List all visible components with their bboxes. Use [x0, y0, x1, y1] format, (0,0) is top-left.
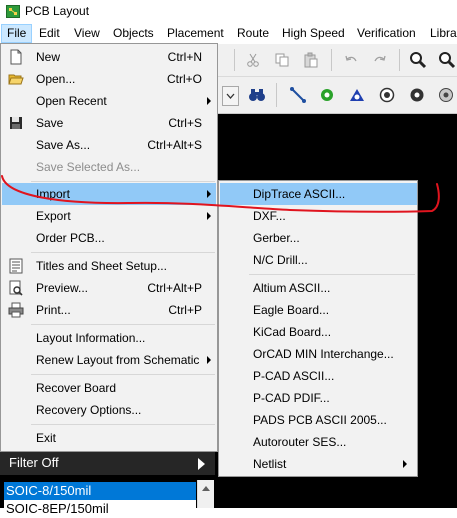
menu-item-pcad-pdif[interactable]: P-CAD PDIF... — [220, 387, 417, 409]
menu-item-nc-drill[interactable]: N/C Drill... — [220, 249, 417, 271]
menu-edit[interactable]: Edit — [34, 25, 65, 42]
import-submenu: DipTrace ASCII... DXF... Gerber... N/C D… — [218, 180, 418, 477]
list-item[interactable]: SOIC-8/150mil — [4, 482, 196, 500]
menu-item-save-as[interactable]: Save As... Ctrl+Alt+S — [2, 134, 216, 156]
list-scrollbar[interactable] — [197, 480, 214, 508]
menu-item-open-recent[interactable]: Open Recent — [2, 90, 216, 112]
paste-icon[interactable] — [300, 49, 322, 71]
menu-item-recover-board[interactable]: Recover Board — [2, 377, 216, 399]
menu-divider — [31, 181, 215, 182]
menu-divider — [31, 374, 215, 375]
menu-item-new[interactable]: New Ctrl+N — [2, 46, 216, 68]
menu-item-orcad-min[interactable]: OrCAD MIN Interchange... — [220, 343, 417, 365]
chevron-down-icon — [226, 93, 235, 99]
menu-item-save[interactable]: Save Ctrl+S — [2, 112, 216, 134]
menu-item-renew-layout[interactable]: Renew Layout from Schematic — [2, 349, 216, 371]
undo-icon[interactable] — [340, 49, 362, 71]
pad-round-icon[interactable] — [376, 84, 398, 106]
new-document-icon — [10, 49, 22, 65]
menu-verification[interactable]: Verification — [352, 25, 421, 42]
menu-item-recovery-options[interactable]: Recovery Options... — [2, 399, 216, 421]
pad-ring-icon[interactable] — [435, 84, 457, 106]
menu-item-open[interactable]: Open... Ctrl+O — [2, 68, 216, 90]
redo-icon[interactable] — [369, 49, 391, 71]
footprint-list[interactable]: SOIC-8/150mil SOIC-8EP/150mil — [0, 476, 215, 518]
menu-item-import[interactable]: Import — [2, 183, 216, 205]
menu-item-titles-sheet-setup[interactable]: Titles and Sheet Setup... — [2, 255, 216, 277]
via-icon[interactable] — [316, 84, 338, 106]
menu-item-gerber[interactable]: Gerber... — [220, 227, 417, 249]
folder-open-icon — [8, 74, 24, 85]
menu-item-eagle-board[interactable]: Eagle Board... — [220, 299, 417, 321]
chevron-right-icon — [403, 460, 407, 468]
titles-sheet-icon — [9, 258, 23, 274]
menu-divider — [249, 274, 415, 275]
menu-item-layout-information[interactable]: Layout Information... — [2, 327, 216, 349]
toolbar-separator — [234, 49, 235, 71]
zoom-area-icon[interactable] — [436, 49, 457, 71]
binoculars-icon[interactable] — [246, 84, 268, 106]
menu-item-pcad-ascii[interactable]: P-CAD ASCII... — [220, 365, 417, 387]
filter-label: Filter Off — [9, 455, 59, 470]
chevron-right-icon — [207, 97, 211, 105]
menu-bar: File Edit View Objects Placement Route H… — [0, 23, 457, 43]
layer-combobox[interactable] — [222, 86, 239, 106]
menu-divider — [31, 324, 215, 325]
title-bar: PCB Layout — [0, 0, 457, 23]
chevron-right-icon — [207, 190, 211, 198]
pcb-app-icon — [6, 5, 20, 18]
menu-objects[interactable]: Objects — [108, 25, 159, 42]
print-preview-icon — [9, 280, 23, 296]
chevron-up-icon[interactable] — [202, 486, 210, 491]
menu-divider — [31, 424, 215, 425]
chevron-right-icon — [207, 212, 211, 220]
toolbar-separator — [399, 49, 400, 71]
menu-view[interactable]: View — [69, 25, 105, 42]
printer-icon — [8, 302, 24, 318]
menu-item-autorouter-ses[interactable]: Autorouter SES... — [220, 431, 417, 453]
menu-item-save-selected-as: Save Selected As... — [36, 160, 141, 174]
chevron-right-icon — [207, 356, 211, 364]
file-menu: New Ctrl+N Open... Ctrl+O Open Recent Sa… — [0, 43, 218, 452]
cut-icon[interactable] — [242, 49, 264, 71]
menu-item-kicad-board[interactable]: KiCad Board... — [220, 321, 417, 343]
menu-item-altium-ascii[interactable]: Altium ASCII... — [220, 277, 417, 299]
menu-divider — [31, 252, 215, 253]
menu-item-order-pcb[interactable]: Order PCB... — [2, 227, 216, 249]
menu-file[interactable]: File — [1, 24, 33, 43]
menu-item-dxf[interactable]: DXF... — [220, 205, 417, 227]
menu-item-netlist[interactable]: Netlist — [220, 453, 417, 475]
zoom-icon[interactable] — [407, 49, 429, 71]
window-title: PCB Layout — [25, 4, 90, 18]
menu-library[interactable]: Libra — [425, 25, 457, 42]
list-item[interactable]: SOIC-8EP/150mil — [4, 500, 196, 518]
pad-filled-icon[interactable] — [406, 84, 428, 106]
shape-triangle-icon[interactable] — [346, 84, 368, 106]
copy-icon[interactable] — [271, 49, 293, 71]
menu-item-preview[interactable]: Preview... Ctrl+Alt+P — [2, 277, 216, 299]
toolbar-separator — [276, 83, 277, 107]
filter-bar[interactable]: Filter Off — [0, 452, 215, 475]
chevron-right-icon[interactable] — [198, 458, 205, 470]
floppy-disk-icon — [10, 117, 22, 129]
menu-item-diptrace-ascii[interactable]: DipTrace ASCII... — [220, 183, 417, 205]
menu-route[interactable]: Route — [232, 25, 274, 42]
route-line-icon[interactable] — [287, 84, 309, 106]
menu-item-export[interactable]: Export — [2, 205, 216, 227]
menu-high-speed[interactable]: High Speed — [277, 25, 350, 42]
menu-item-pads-pcb-ascii[interactable]: PADS PCB ASCII 2005... — [220, 409, 417, 431]
menu-placement[interactable]: Placement — [162, 25, 229, 42]
menu-item-exit[interactable]: Exit — [2, 427, 216, 449]
menu-item-print[interactable]: Print... Ctrl+P — [2, 299, 216, 321]
toolbar-separator — [331, 49, 332, 71]
